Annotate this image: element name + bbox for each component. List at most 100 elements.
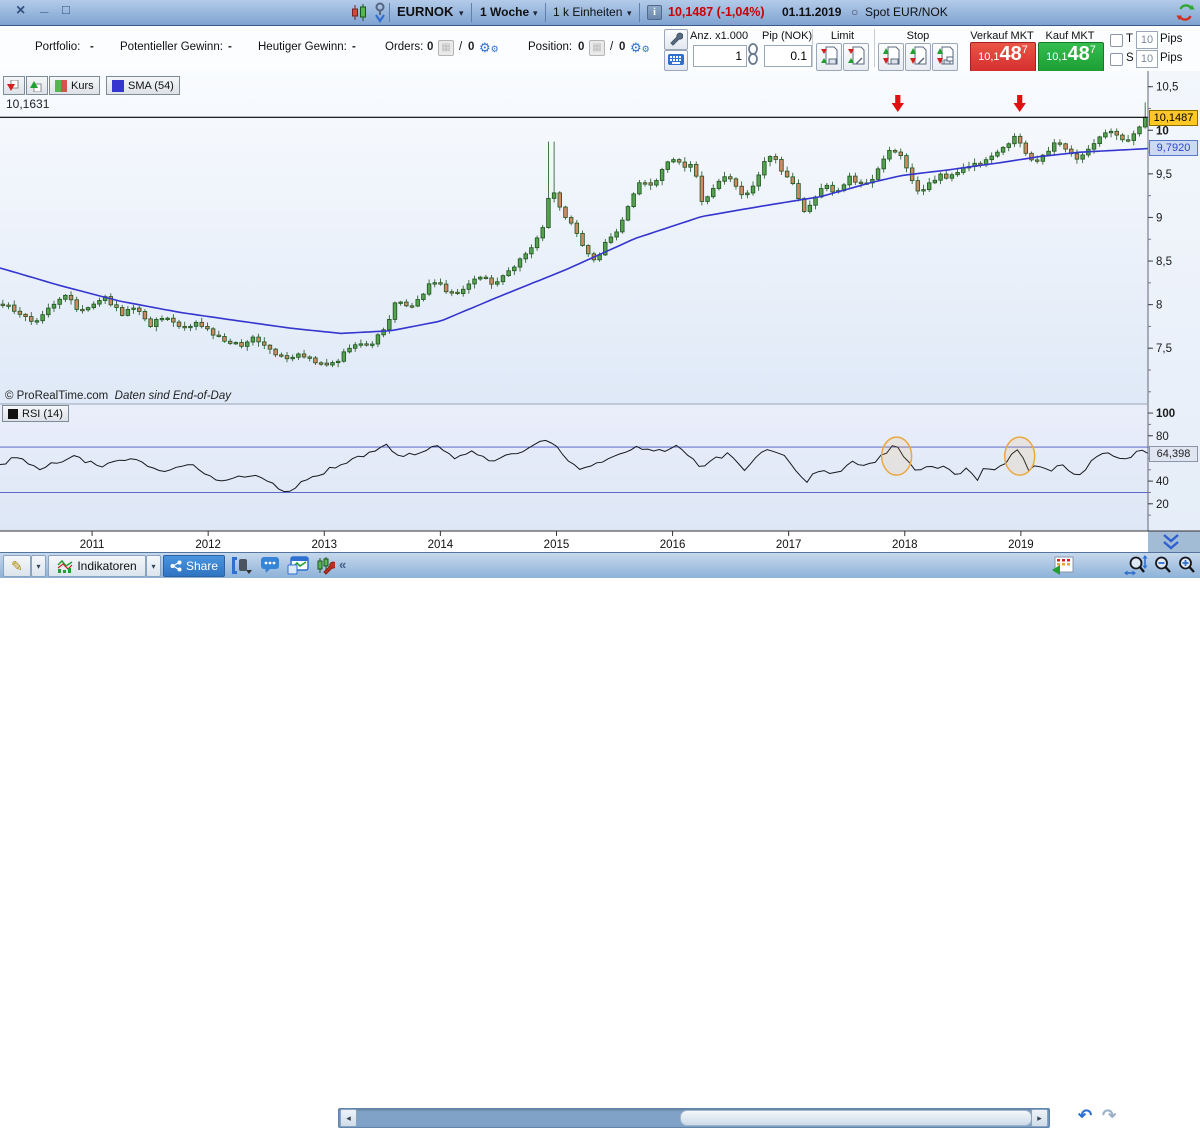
share-button[interactable]: Share [163,555,225,577]
position-list-icon[interactable]: ▦ [589,40,605,56]
rsi-swatch-icon [8,409,18,419]
stop-pips-input[interactable]: 10 [1136,50,1158,68]
data-note-text: Daten sind End-of-Day [115,390,231,402]
hover-price-value: 10,1631 [6,97,49,111]
separator [639,3,640,22]
position-slash: / [610,41,613,53]
chevron-down-icon[interactable]: ▾ [459,8,464,19]
spot-label: Spot EUR/NOK [865,5,948,19]
share-icon [170,560,182,572]
scale-up-button[interactable] [26,76,48,95]
stop-buy-order-button[interactable] [905,43,931,71]
stop-trailing-order-button[interactable] [932,43,958,71]
quote-date: 01.11.2019 [782,5,841,19]
time-axis-strip[interactable] [0,531,1148,552]
arrow-up-green-icon [30,80,42,92]
keypad-button[interactable] [664,50,688,71]
redo-icon[interactable]: ↷ [1102,1106,1116,1126]
buy-market-button[interactable]: 10,1487 [1038,42,1104,72]
position-label: Position: [528,41,572,53]
position-settings-icon[interactable]: ⚙⚙ [630,40,650,56]
sma-axis-label: 9,7920 [1149,140,1198,156]
buy-market-label: Kauf MKT [1038,30,1102,42]
draw-tool-caret[interactable]: ▾ [31,555,46,577]
stop-pips-label: Pips [1160,52,1182,64]
units-selector[interactable]: 1 k Einheiten [553,5,622,19]
share-label: Share [186,559,218,573]
chart-scrollbar-thumb[interactable] [680,1110,1032,1126]
sell-market-button[interactable]: 10,1487 [970,42,1036,72]
separator [812,29,813,67]
pin-link-icon[interactable] [373,2,387,23]
zoom-out-icon[interactable] [1153,555,1173,576]
separator [545,3,546,22]
maximize-icon[interactable]: □ [62,2,70,17]
object-selection-icon[interactable] [230,556,254,575]
orders-count-2: 0 [468,41,474,53]
link-icon[interactable] [746,43,760,67]
order-tools-button[interactable] [664,29,688,50]
chat-icon[interactable] [260,556,280,574]
limit-group-label: Limit [816,30,869,42]
position-count: 0 [578,41,584,53]
stop-sell-order-button[interactable] [878,43,904,71]
svg-text:2019: 2019 [1008,539,1034,551]
pip-input[interactable] [764,45,812,67]
buy-price-big: 48 [1068,43,1090,65]
limit-sell-order-button[interactable] [816,43,842,71]
limit-buy-order-icon [844,44,866,68]
timeframe-selector[interactable]: 1 Woche [480,5,529,19]
symbol-selector[interactable]: EURNOK [397,4,453,19]
prorealtime-window: { "title_bar": { "close_glyph": "×", "mi… [0,0,1200,577]
chevron-down-icon[interactable]: ▾ [627,8,632,19]
undo-icon[interactable]: ↶ [1078,1106,1092,1126]
stop-sell-order-icon [879,44,901,68]
zoom-in-icon[interactable] [1177,555,1197,576]
svg-text:2017: 2017 [776,539,802,551]
sell-price-big: 48 [1000,43,1022,65]
portfolio-value: - [90,41,94,53]
svg-text:2016: 2016 [660,539,686,551]
trailing-checkbox[interactable] [1110,34,1123,47]
trailing-pips-input[interactable]: 10 [1136,31,1158,49]
separator [389,3,390,22]
scale-down-button[interactable] [3,76,25,95]
separator [874,29,875,67]
wrench-icon [669,32,683,46]
candlestick-chart-icon[interactable] [349,4,369,21]
orders-label: Orders: [385,41,423,53]
svg-text:100: 100 [1156,408,1175,420]
limit-buy-order-button[interactable] [843,43,869,71]
stop-checkbox[interactable] [1110,53,1123,66]
date-range-icon[interactable] [1052,555,1074,576]
info-icon[interactable]: i [647,5,662,20]
svg-text:10: 10 [1156,125,1169,137]
price-chart-canvas[interactable]: 7,588,599,51010,520408010020112012201320… [0,71,1200,552]
legend-rsi[interactable]: RSI (14) [2,405,69,422]
close-icon[interactable]: × [16,2,25,20]
chevron-down-icon[interactable]: ▾ [533,8,538,19]
quantity-input[interactable] [693,45,747,67]
radio-icon[interactable]: ○ [851,5,858,19]
new-chart-window-icon[interactable] [287,556,309,575]
minimize-icon[interactable]: _ [40,0,48,15]
legend-sma[interactable]: SMA (54) [106,76,180,95]
collapse-toolbar-icon[interactable]: « [339,557,346,572]
zoom-range-icon[interactable] [1124,555,1150,576]
orders-settings-icon[interactable]: ⚙⚙ [479,40,499,56]
trailing-pips-label: Pips [1160,33,1182,45]
pip-label: Pip (NOK) [762,30,812,42]
indicators-button[interactable]: Indikatoren [48,555,146,577]
refresh-icon[interactable] [1176,3,1195,22]
legend-kurs[interactable]: Kurs [49,76,100,95]
chart-settings-icon[interactable] [315,556,335,575]
price-pane[interactable] [0,71,1148,404]
svg-text:9,5: 9,5 [1156,169,1172,181]
rsi-pane[interactable] [0,404,1148,531]
scroll-right-button[interactable]: ▸ [1031,1109,1048,1127]
orders-list-icon[interactable]: ▦ [438,40,454,56]
indicators-caret[interactable]: ▾ [146,555,161,577]
draw-tool-button[interactable]: ✎ [3,555,31,577]
scroll-left-button[interactable]: ◂ [340,1109,357,1127]
svg-text:20: 20 [1156,499,1169,511]
